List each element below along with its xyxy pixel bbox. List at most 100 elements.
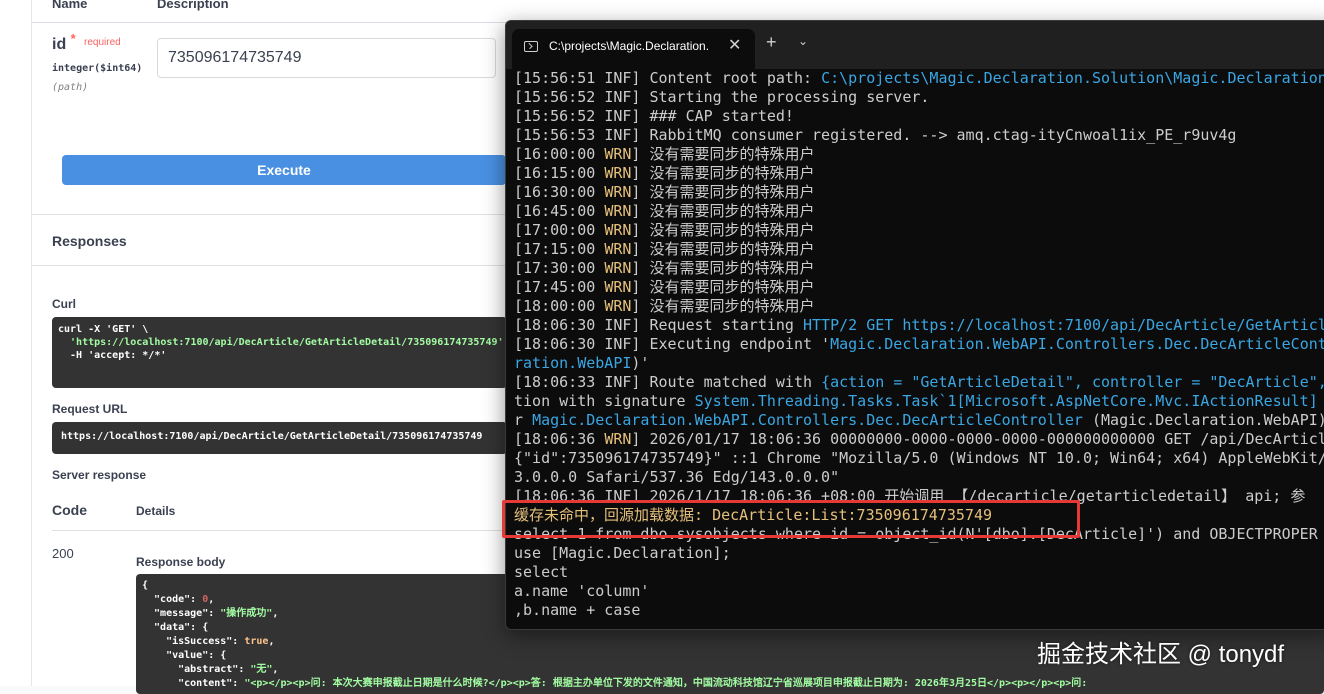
console-line-mid: ] 没有需要同步的特殊用户	[631, 297, 815, 315]
console-line-post: )'	[631, 354, 650, 372]
console-line: select	[514, 563, 1324, 582]
console-line-lvl: WRN	[604, 259, 632, 277]
column-header-name: Name	[52, 0, 88, 11]
console-line-mid: ] RabbitMQ consumer registered. --> amq.…	[631, 126, 1237, 144]
request-url-value[interactable]: https://localhost:7100/api/DecArticle/Ge…	[52, 422, 507, 454]
console-line-hi: {action = "GetArticleDetail", controller…	[821, 373, 1324, 391]
console-line-lvl: WRN	[604, 278, 632, 296]
console-line-hi: Magic.Declaration.WebAPI.Controllers.Dec…	[532, 411, 1083, 429]
console-line-mid: ] Starting the processing server.	[631, 88, 930, 106]
console-line-pre: [15:56:51	[514, 69, 605, 87]
console-line-pre: [18:06:33	[514, 373, 605, 391]
json-value: true	[244, 636, 269, 647]
console-output[interactable]: [15:56:51 INF] Content root path: C:\pro…	[514, 69, 1324, 629]
header-divider	[32, 22, 512, 23]
close-icon[interactable]: ✕	[728, 35, 741, 55]
console-line-mid: ] 没有需要同步的特殊用户	[631, 278, 815, 296]
tab-title: C:\projects\Magic.Declaration.	[549, 39, 710, 53]
console-line-lvl: WRN	[604, 164, 632, 182]
console-line: [18:06:33 INF] Route matched with {actio…	[514, 373, 1324, 392]
console-line-mid: ] ### CAP started!	[631, 107, 794, 125]
console-line-mid: r	[514, 411, 533, 429]
new-tab-icon[interactable]: +	[766, 32, 777, 53]
divider	[52, 530, 507, 531]
console-line-pre: [17:45:00	[514, 278, 605, 296]
console-line-mid: ,b.name + case	[514, 601, 641, 619]
console-line-lvl: INF	[604, 88, 632, 106]
console-line: a.name 'column'	[514, 582, 1324, 601]
required-star: *	[70, 31, 76, 46]
required-label: required	[84, 37, 121, 48]
terminal-tab-bar: C:\projects\Magic.Declaration. ✕ + ⌄	[506, 21, 1324, 69]
console-line-mid: ] 没有需要同步的特殊用户	[631, 202, 815, 220]
json-value: "操作成功"	[220, 608, 273, 619]
divider	[32, 214, 507, 215]
response-body-label: Response body	[136, 555, 226, 569]
console-line-pre: [15:56:53	[514, 126, 605, 144]
console-line: [17:30:00 WRN] 没有需要同步的特殊用户	[514, 259, 1324, 278]
console-line-mid: select	[514, 563, 569, 581]
terminal-icon	[524, 41, 538, 52]
console-line-pre: [15:56:52	[514, 107, 605, 125]
console-line-lvl: INF	[604, 335, 632, 353]
console-line-pre: [15:56:52	[514, 88, 605, 106]
param-name: id *	[52, 31, 76, 53]
console-line-mid: ] 没有需要同步的特殊用户	[631, 240, 815, 258]
console-line-pre: [17:30:00	[514, 259, 605, 277]
console-line-pre: [16:45:00	[514, 202, 605, 220]
console-line-mid: ] Content root path:	[631, 69, 822, 87]
curl-code-block[interactable]: curl -X 'GET' \ 'https://localhost:7100/…	[52, 317, 507, 388]
console-line: r Magic.Declaration.WebAPI.Controllers.D…	[514, 411, 1324, 430]
curl-label: Curl	[52, 297, 76, 311]
json-value: 0	[202, 594, 209, 605]
console-line-mid: ] 没有需要同步的特殊用户	[631, 183, 815, 201]
console-line: 3.0.0.0 Safari/537.36 Edg/143.0.0.0"	[514, 468, 1324, 487]
chevron-down-icon[interactable]: ⌄	[798, 34, 808, 48]
console-line-mid: {"id":735096174735749}" ::1 Chrome "Mozi…	[514, 449, 1324, 467]
console-line: [16:15:00 WRN] 没有需要同步的特殊用户	[514, 164, 1324, 183]
console-line: [16:00:00 WRN] 没有需要同步的特殊用户	[514, 145, 1324, 164]
id-input[interactable]	[157, 38, 496, 78]
console-line-pre: [17:15:00	[514, 240, 605, 258]
console-line-pre: [16:00:00	[514, 145, 605, 163]
console-line: [15:56:53 INF] RabbitMQ consumer registe…	[514, 126, 1324, 145]
console-line-hi: Magic.Declaration.WebAPI.Controllers.Dec…	[830, 335, 1324, 353]
watermark: 掘金技术社区 @ tonydf	[1037, 641, 1285, 668]
console-line-lvl: INF	[604, 126, 632, 144]
console-line: [18:06:30 INF] Executing endpoint 'Magic…	[514, 335, 1324, 354]
console-line-hi: System.Threading.Tasks.Task`1[Microsoft.…	[694, 392, 1318, 410]
console-line-pre: [18:06:30	[514, 335, 605, 353]
json-value: "<p></p><p>问: 本次大赛申报截止日期是什么时候?</p><p>答: …	[244, 678, 1094, 689]
console-line-mid: use [Magic.Declaration];	[514, 544, 731, 562]
response-code: 200	[52, 546, 74, 561]
console-line: [15:56:52 INF] Starting the processing s…	[514, 88, 1324, 107]
console-line-pre: [16:30:00	[514, 183, 605, 201]
console-line-pre: [16:15:00	[514, 164, 605, 182]
console-line: [17:00:00 WRN] 没有需要同步的特殊用户	[514, 221, 1324, 240]
console-line: [17:15:00 WRN] 没有需要同步的特殊用户	[514, 240, 1324, 259]
console-line: [18:00:00 WRN] 没有需要同步的特殊用户	[514, 297, 1324, 316]
json-key: "isSuccess":	[142, 636, 245, 647]
highlight-annotation-box	[502, 500, 1080, 538]
json-line: "value": {	[142, 650, 227, 661]
console-line-hi: HTTP/2 GET https://localhost:7100/api/De…	[803, 316, 1324, 334]
curl-line: curl -X 'GET' \	[58, 324, 149, 335]
terminal-tab[interactable]: C:\projects\Magic.Declaration. ✕	[512, 29, 755, 69]
console-line-pre: [18:06:36	[514, 430, 605, 448]
param-location: (path)	[52, 82, 89, 93]
console-line-post: G	[1318, 392, 1324, 410]
console-line-mid: ] 没有需要同步的特殊用户	[631, 145, 815, 163]
console-line-lvl: WRN	[604, 202, 632, 220]
json-line: {	[142, 580, 149, 591]
execute-button[interactable]: Execute	[62, 155, 506, 185]
console-line: [16:30:00 WRN] 没有需要同步的特殊用户	[514, 183, 1324, 202]
console-line-pre: [17:00:00	[514, 221, 605, 239]
json-key: "code":	[142, 594, 203, 605]
terminal-window[interactable]: C:\projects\Magic.Declaration. ✕ + ⌄ [15…	[505, 20, 1324, 630]
console-line: ration.WebAPI)'	[514, 354, 1324, 373]
console-line: [18:06:36 WRN] 2026/01/17 18:06:36 00000…	[514, 430, 1324, 449]
json-key: "message":	[142, 608, 221, 619]
responses-title: Responses	[52, 233, 127, 249]
console-line-hi: C:\projects\Magic.Declaration.Solution\M…	[821, 69, 1324, 87]
console-line-mid: 3.0.0.0 Safari/537.36 Edg/143.0.0.0"	[514, 468, 840, 486]
